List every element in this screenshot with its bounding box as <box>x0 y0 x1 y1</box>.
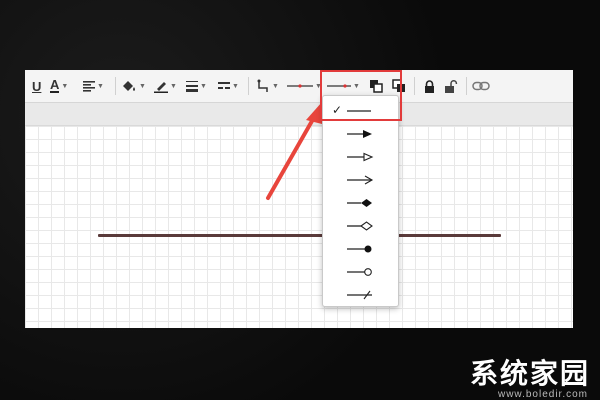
line-color-button[interactable]: ▼ <box>154 70 177 102</box>
toolbar-divider <box>466 77 467 95</box>
toolbar-divider <box>115 77 116 95</box>
fill-color-button[interactable]: ▼ <box>121 70 146 102</box>
watermark-title: 系统家园 <box>469 357 590 390</box>
line-end-option-open-arrow[interactable] <box>323 169 398 192</box>
hollow-diamond-icon <box>347 221 373 231</box>
line-start-button[interactable]: ▼ <box>287 70 322 102</box>
chevron-down-icon: ▼ <box>232 82 239 90</box>
toolbar-divider <box>414 77 415 95</box>
hollow-circle-icon <box>347 268 372 276</box>
fill-color-icon <box>123 81 135 91</box>
line-end-option-slash[interactable] <box>323 284 398 307</box>
line-end-option-hollow-arrow[interactable] <box>323 146 398 169</box>
link-icon <box>472 81 490 91</box>
toolbar-divider <box>248 77 249 95</box>
underline-button[interactable]: U <box>32 70 41 102</box>
line-end-dropdown: ✓ <box>322 95 399 307</box>
unlock-button[interactable] <box>445 70 458 102</box>
chevron-down-icon: ▼ <box>170 82 177 90</box>
font-color-button[interactable]: A ▼ <box>50 70 68 102</box>
open-arrow-icon <box>347 175 374 185</box>
align-button[interactable]: ▼ <box>83 70 104 102</box>
align-icon <box>83 81 95 92</box>
link-button[interactable] <box>472 70 490 102</box>
underline-icon: U <box>32 78 42 94</box>
line-shape[interactable] <box>98 234 501 237</box>
font-color-icon: A <box>50 77 60 93</box>
unlock-icon <box>445 79 458 93</box>
line-style-icon <box>218 82 230 89</box>
line-end-option-solid-circle[interactable] <box>323 238 398 261</box>
connector-type-button[interactable]: ▼ <box>256 70 279 102</box>
line-end-option-hollow-diamond[interactable] <box>323 215 398 238</box>
chevron-down-icon: ▼ <box>200 82 207 90</box>
line-end-option-solid-arrow[interactable] <box>323 123 398 146</box>
solid-diamond-icon <box>347 199 372 207</box>
slash-end-icon <box>347 290 372 300</box>
line-width-icon <box>186 81 198 92</box>
hollow-arrow-icon <box>347 152 374 162</box>
line-color-icon <box>154 82 168 93</box>
line-start-icon <box>287 84 313 88</box>
line-style-button[interactable]: ▼ <box>218 70 239 102</box>
chevron-down-icon: ▼ <box>97 82 104 90</box>
lock-icon <box>425 79 434 93</box>
chevron-down-icon: ▼ <box>61 82 69 90</box>
connector-icon <box>257 79 268 92</box>
chevron-down-icon: ▼ <box>272 82 279 90</box>
line-end-option-solid-diamond[interactable] <box>323 192 398 215</box>
solid-circle-icon <box>347 245 372 253</box>
chevron-down-icon: ▼ <box>139 82 146 90</box>
watermark-url: www.boledir.com <box>497 389 588 400</box>
line-end-option-hollow-circle[interactable] <box>323 261 398 284</box>
line-width-button[interactable]: ▼ <box>186 70 207 102</box>
highlight-box <box>320 70 402 121</box>
solid-arrow-icon <box>347 130 372 138</box>
lock-button[interactable] <box>424 70 435 102</box>
